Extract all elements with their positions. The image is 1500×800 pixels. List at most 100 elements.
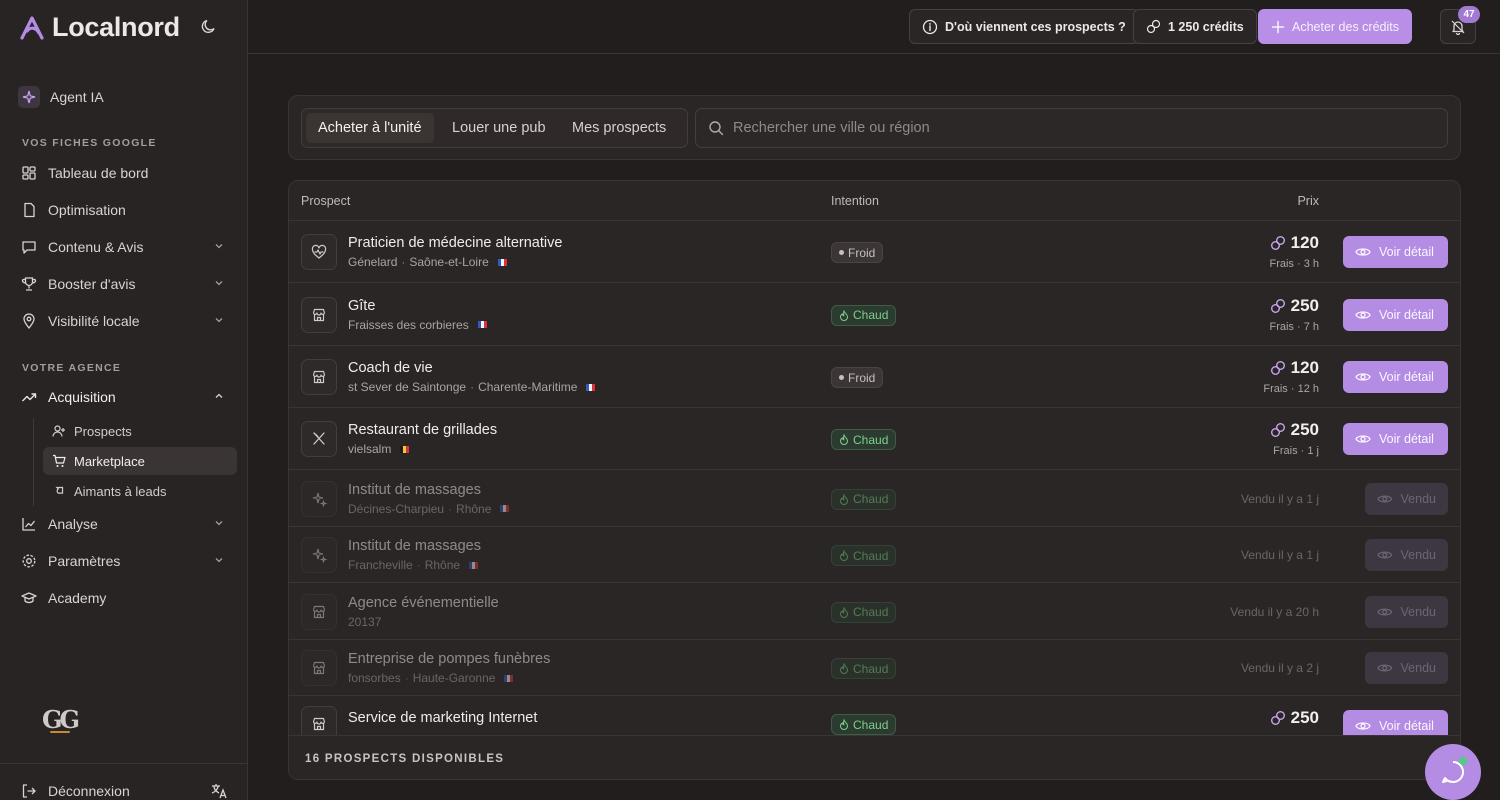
prospect-location: Francheville · Rhône	[348, 558, 479, 572]
credit-coin-icon	[1270, 711, 1285, 725]
price-value: 250	[1270, 296, 1319, 316]
intention-badge: Chaud	[831, 304, 897, 326]
intention-badge: Chaud	[831, 429, 897, 450]
view-detail-label: Voir détail	[1379, 245, 1434, 259]
sidebar-item-agent-ia[interactable]: Agent IA	[12, 81, 237, 113]
prospect-location: 20137	[348, 615, 381, 629]
flame-icon	[839, 663, 849, 674]
sidebar-item-booster-avis[interactable]: Booster d'avis	[12, 268, 237, 300]
column-header-intention: Intention	[831, 194, 879, 208]
prospect-source-info-button[interactable]: D'où viennent ces prospects ?	[909, 9, 1139, 44]
column-header-price: Prix	[1297, 194, 1319, 208]
section-label-agency: VOTRE AGENCE	[22, 362, 122, 374]
online-status-dot	[1459, 757, 1467, 765]
prospect-name: Gîte	[348, 297, 376, 314]
chevron-up-icon	[215, 393, 223, 398]
table-row: Restaurant de grillades vielsalm Chaud 250 F…	[289, 408, 1460, 470]
view-detail-button[interactable]: Voir détail	[1343, 298, 1448, 331]
sidebar-subitem-prospects[interactable]: Prospects	[43, 417, 237, 445]
sold-time: Vendu il y a 20 h	[1230, 604, 1319, 619]
sidebar-subitem-label: Aimants à leads	[74, 483, 167, 499]
sidebar-item-visibilite-locale[interactable]: Visibilité locale	[12, 305, 237, 337]
price-amount: 250	[1290, 295, 1319, 315]
trophy-icon	[20, 275, 38, 293]
sidebar-subitem-aimants[interactable]: Aimants à leads	[43, 477, 237, 505]
sold-time: Vendu il y a 2 j	[1240, 661, 1319, 675]
chart-line-icon	[20, 515, 38, 533]
app-logo[interactable]: Localnord	[18, 12, 180, 43]
sold-button: Vendu	[1365, 595, 1448, 628]
intention-badge: Chaud	[831, 545, 897, 566]
sidebar-item-parametres[interactable]: Paramètres	[12, 545, 237, 577]
sidebar-item-academy[interactable]: Academy	[12, 582, 237, 614]
intention-label: Chaud	[853, 605, 889, 619]
heart-pulse-icon	[301, 234, 337, 270]
intention-badge: Froid	[831, 367, 884, 388]
prospect-name: Entreprise de pompes funèbres	[348, 651, 551, 667]
logout-button[interactable]: Déconnexion	[12, 775, 237, 800]
search-input[interactable]	[733, 120, 1447, 136]
view-detail-button[interactable]: Voir détail	[1343, 361, 1448, 393]
separator-dot: ·	[404, 671, 409, 685]
prospect-name: Agence événementielle	[348, 594, 499, 611]
sparkles-icon	[301, 537, 337, 573]
sidebar-subitem-label: Marketplace	[74, 453, 145, 469]
credit-coin-icon	[1270, 236, 1285, 250]
freshness-label: Frais · 1 j	[1273, 445, 1319, 457]
sidebar-item-analyse[interactable]: Analyse	[12, 508, 237, 540]
freshness-label: Frais · 7 h	[1269, 320, 1319, 333]
table-row: Institut de massages Francheville · Rhône Ch…	[289, 527, 1460, 583]
buy-credits-button[interactable]: Acheter des crédits	[1258, 9, 1412, 44]
freshness-label: Frais · 12 h	[1263, 383, 1319, 395]
view-detail-label: Voir détail	[1379, 432, 1434, 446]
utensils-icon	[301, 421, 337, 457]
coins-icon	[1146, 19, 1161, 34]
sidebar-item-dashboard[interactable]: Tableau de bord	[12, 157, 237, 189]
chevron-down-icon	[215, 521, 223, 526]
prospect-location: fonsorbes · Haute-Garonne	[348, 671, 514, 685]
chat-support-button[interactable]	[1425, 744, 1481, 800]
flame-icon	[839, 719, 849, 730]
tab-my-prospects[interactable]: Mes prospects	[560, 113, 678, 143]
flame-icon	[839, 606, 849, 618]
buy-credits-label: Acheter des crédits	[1292, 19, 1399, 34]
sold-button: Vendu	[1365, 652, 1448, 684]
prospect-name: Service de marketing Internet	[348, 710, 538, 726]
logo-text: Localnord	[52, 12, 180, 42]
chevron-down-icon	[215, 318, 223, 323]
sidebar-item-acquisition[interactable]: Acquisition	[12, 381, 237, 413]
flag-fr-icon	[500, 505, 510, 512]
intention-label: Chaud	[853, 661, 889, 676]
flag-fr-icon	[504, 674, 514, 682]
prospect-city: Fraisses des corbieres	[348, 317, 469, 332]
logout-icon	[20, 782, 38, 800]
separator-dot: ·	[416, 558, 421, 572]
sidebar-item-contenu-avis[interactable]: Contenu & Avis	[12, 231, 237, 263]
sidebar-item-optimisation[interactable]: Optimisation	[12, 194, 237, 226]
sold-button-label: Vendu	[1400, 491, 1436, 506]
intention-badge: Chaud	[831, 488, 897, 510]
tab-rent-ad[interactable]: Louer une pub	[440, 113, 558, 143]
tab-buy-unit[interactable]: Acheter à l'unité	[306, 113, 434, 143]
prospects-table: Prospect Intention Prix Praticien de méd…	[288, 180, 1461, 780]
prospect-region: Rhône	[456, 501, 492, 516]
view-detail-button[interactable]: Voir détail	[1343, 423, 1448, 455]
sidebar-subitem-marketplace[interactable]: Marketplace	[43, 447, 237, 475]
sidebar-divider	[0, 763, 248, 764]
sparkles-icon	[301, 480, 337, 517]
notification-count-badge: 47	[1458, 6, 1480, 23]
search-icon	[709, 121, 724, 136]
translate-icon[interactable]	[210, 782, 228, 800]
eye-icon	[1355, 722, 1371, 730]
eye-icon	[1355, 373, 1371, 381]
flame-icon	[839, 309, 849, 321]
price-amount: 250	[1290, 708, 1319, 727]
freshness-label: Frais · 3 h	[1269, 258, 1319, 270]
intention-label: Froid	[848, 370, 876, 385]
trending-up-icon	[20, 388, 38, 406]
gear-icon	[20, 552, 38, 570]
intention-label: Chaud	[853, 308, 889, 322]
credits-balance-button[interactable]: 1 250 crédits	[1133, 9, 1257, 44]
view-detail-button[interactable]: Voir détail	[1343, 236, 1448, 268]
moon-icon[interactable]	[200, 17, 218, 35]
